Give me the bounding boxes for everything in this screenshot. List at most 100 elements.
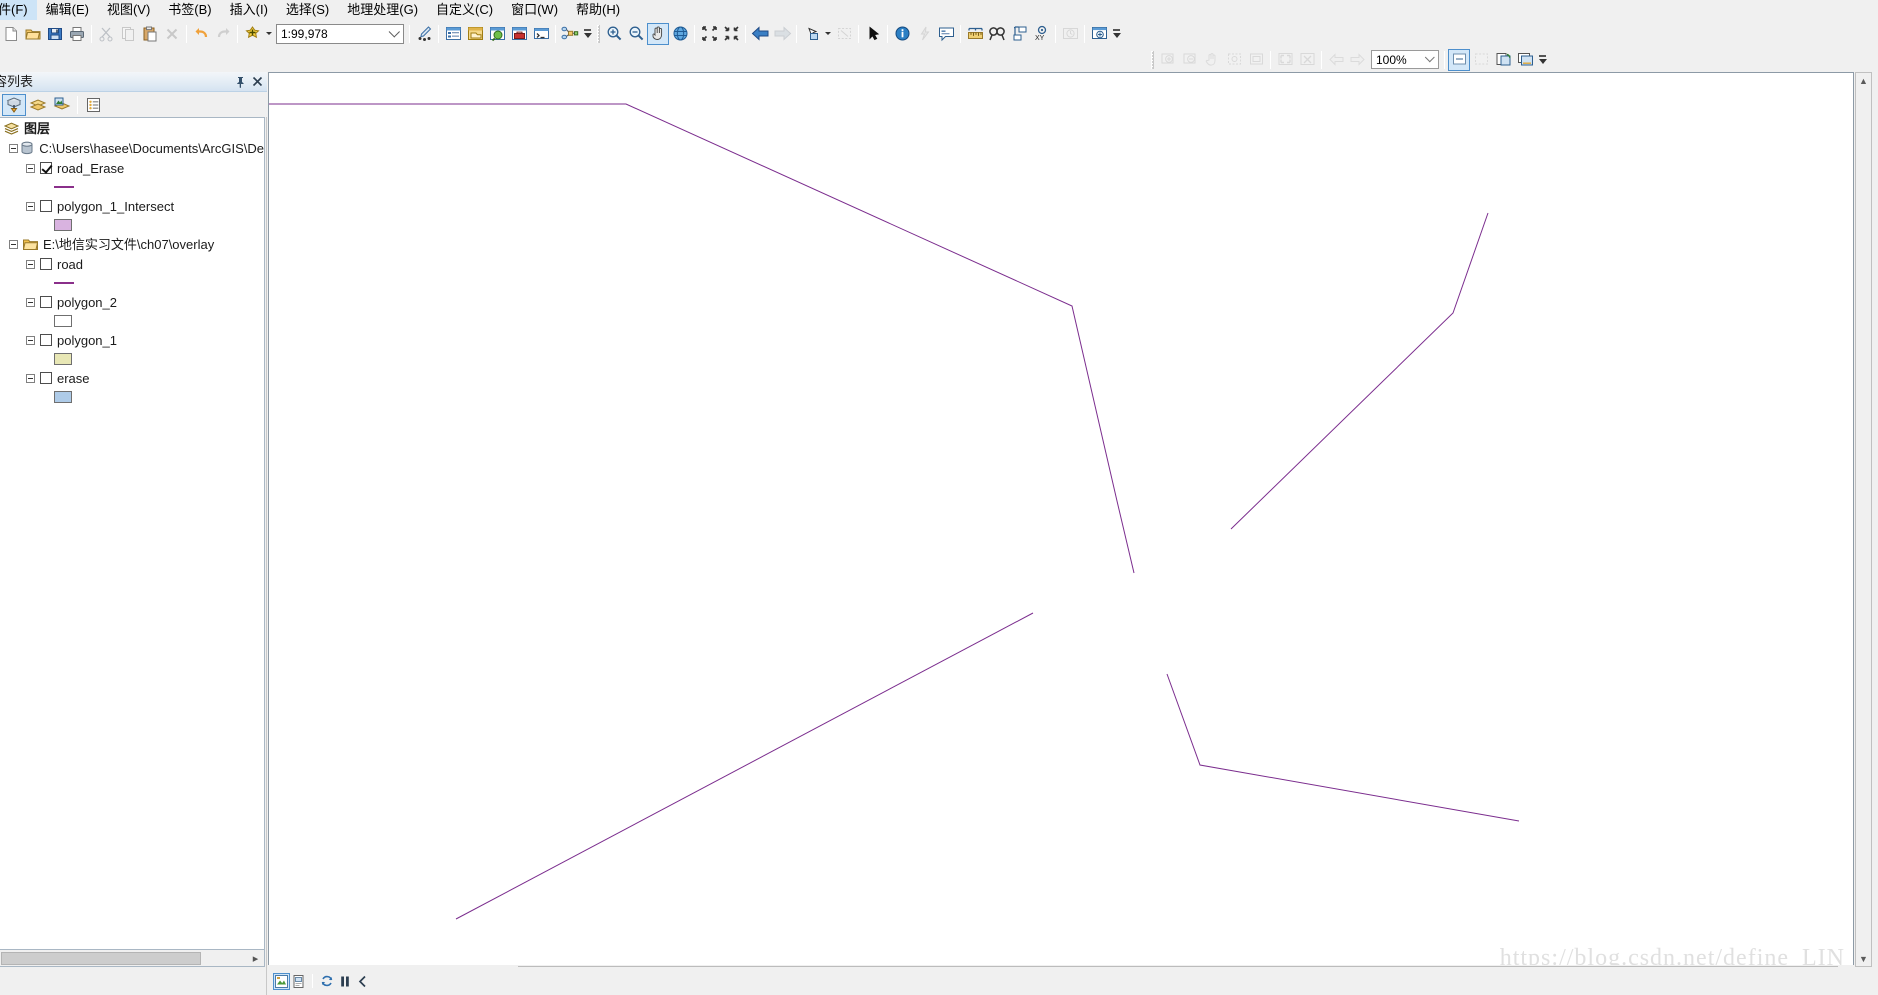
measure-icon[interactable] [964,23,986,45]
list-by-source-button[interactable] [26,94,50,116]
list-by-drawing-order-button[interactable] [2,93,26,116]
map-data-frame[interactable]: https://blog.csdn.net/define_LIN [268,72,1854,967]
scroll-right-icon[interactable]: ▸ [248,951,263,966]
expander-icon[interactable] [26,259,35,269]
python-window-icon[interactable] [530,23,552,45]
map-vertical-scrollbar[interactable]: ▲ ▼ [1855,72,1872,967]
layout-go-forward-icon[interactable] [1347,49,1369,71]
collapse-button[interactable] [354,972,372,990]
go-forward-icon[interactable] [771,23,793,45]
toc-layer-checkbox[interactable] [40,334,52,346]
chevron-down-icon[interactable] [386,25,403,43]
layout-toolbar-overflow-icon[interactable] [1536,49,1549,71]
toc-layer-checkbox[interactable] [40,296,52,308]
scroll-up-icon[interactable]: ▲ [1856,73,1871,88]
layout-full-extent-icon[interactable] [1223,49,1245,71]
list-by-visibility-button[interactable] [50,94,74,116]
table-of-contents-icon[interactable] [442,23,464,45]
full-extent-icon[interactable] [669,23,691,45]
layout-zoom-combo[interactable]: 100% [1371,50,1439,69]
toc-horizontal-scrollbar[interactable]: ▸ [0,950,265,967]
road-erase-segment-1[interactable] [269,103,1135,574]
identify-icon[interactable] [891,23,913,45]
data-view-button[interactable] [273,972,290,990]
scroll-down-icon[interactable]: ▼ [1856,951,1871,966]
expander-icon[interactable] [26,201,35,211]
pause-drawing-button[interactable] [336,972,354,990]
add-data-icon[interactable] [241,23,263,45]
add-data-dropdown-icon[interactable] [263,23,274,45]
find-route-icon[interactable] [1008,23,1030,45]
toc-layer-checkbox[interactable] [40,162,52,174]
cut-icon[interactable] [95,23,117,45]
layout-zoom-out-icon[interactable] [1179,49,1201,71]
chevron-down-icon[interactable] [1423,51,1438,68]
catalog-icon[interactable] [464,23,486,45]
copy-icon[interactable] [117,23,139,45]
toc-layer-polygon-1-intersect[interactable]: polygon_1_Intersect [0,196,264,216]
menu-file[interactable]: 件(F) [0,0,37,20]
undo-icon[interactable] [190,23,212,45]
toc-layer-checkbox[interactable] [40,372,52,384]
toc-layer-polygon-2[interactable]: polygon_2 [0,292,264,312]
delete-icon[interactable] [161,23,183,45]
go-to-xy-icon[interactable]: XY [1030,23,1052,45]
expander-icon[interactable] [26,373,35,383]
menu-insert[interactable]: 插入(I) [221,0,277,20]
toc-symbol-polygon-2[interactable] [0,312,264,330]
new-map-icon[interactable] [0,23,22,45]
modelbuilder-icon[interactable] [559,23,581,45]
map-scale-combo[interactable]: 1:99,978 [276,23,404,44]
toolbar-grip[interactable] [597,24,600,43]
expander-icon[interactable] [9,239,18,249]
toc-layer-erase[interactable]: erase [0,368,264,388]
toc-group-overlay-folder[interactable]: E:\地信实习文件\ch07\overlay [0,234,264,254]
select-features-dropdown-icon[interactable] [822,23,833,45]
road-erase-segment-3[interactable] [455,612,1034,920]
toc-symbol-road-erase[interactable] [0,178,264,196]
paste-icon[interactable] [139,23,161,45]
find-icon[interactable] [986,23,1008,45]
refresh-view-button[interactable] [318,972,336,990]
redo-icon[interactable] [212,23,234,45]
menu-customize[interactable]: 自定义(C) [427,0,502,20]
expander-icon[interactable] [26,297,35,307]
tools-toolbar-overflow-icon[interactable] [1110,23,1123,45]
open-icon[interactable] [22,23,44,45]
toc-symbol-erase[interactable] [0,388,264,406]
toc-tree[interactable]: 图层 C:\Users\hasee\Documents\ArcGIS\De ro… [0,117,265,950]
toolbar-overflow-icon[interactable] [581,23,594,45]
layout-zoom-in-icon[interactable] [1157,49,1179,71]
menu-geoprocessing[interactable]: 地理处理(G) [338,0,427,20]
toc-symbol-polygon-1-intersect[interactable] [0,216,264,234]
menu-bookmarks[interactable]: 书签(B) [159,0,220,20]
select-features-icon[interactable] [800,23,822,45]
arctoolbox-icon[interactable] [508,23,530,45]
toc-root-layers[interactable]: 图层 [0,118,264,138]
close-icon[interactable] [250,74,265,90]
toc-group-default-gdb[interactable]: C:\Users\hasee\Documents\ArcGIS\De [0,138,264,158]
print-icon[interactable] [66,23,88,45]
fixed-zoom-out-icon[interactable] [720,23,742,45]
pin-icon[interactable] [233,74,248,90]
road-erase-segment-2[interactable] [1230,212,1489,530]
layout-pan-icon[interactable] [1201,49,1223,71]
toc-layer-polygon-1[interactable]: polygon_1 [0,330,264,350]
create-viewer-window-icon[interactable] [1088,23,1110,45]
toc-layer-checkbox[interactable] [40,258,52,270]
layout-fixed-zoom-icon[interactable] [1245,49,1267,71]
zoom-in-icon[interactable] [603,23,625,45]
pan-icon[interactable] [647,22,669,45]
menu-help[interactable]: 帮助(H) [567,0,629,20]
toc-layer-checkbox[interactable] [40,200,52,212]
expander-icon[interactable] [26,163,35,173]
search-icon[interactable] [486,23,508,45]
clear-selection-icon[interactable] [833,23,855,45]
layout-zoom-100-icon[interactable] [1296,49,1318,71]
editor-toolbar-icon[interactable] [413,23,435,45]
html-popup-icon[interactable] [935,23,957,45]
layout-view-button[interactable] [290,973,307,990]
fixed-zoom-in-icon[interactable] [698,23,720,45]
menu-view[interactable]: 视图(V) [98,0,159,20]
layout-focus-data-frame-icon[interactable] [1470,49,1492,71]
